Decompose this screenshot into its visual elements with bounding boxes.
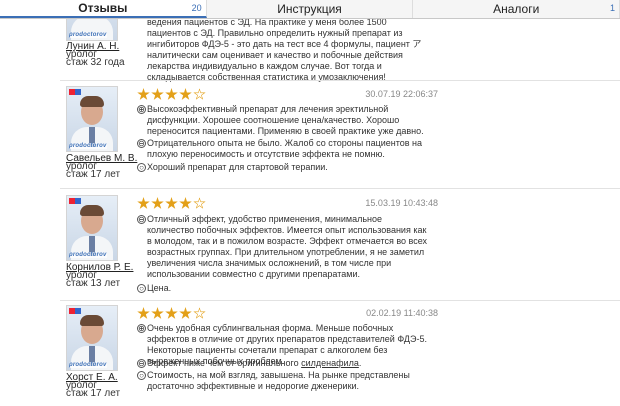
doctor-photo: prodoctorov	[66, 195, 118, 261]
prodoctorov-logo-icon: prodoctorov	[69, 362, 107, 368]
minus-text-start: Эффект ниже чем от оригинального	[147, 358, 302, 368]
star-full-icon	[179, 307, 192, 319]
tab-reviews[interactable]: Отзывы 20	[0, 0, 207, 18]
neutral-circle-icon: ○	[137, 284, 146, 293]
minus-circle-icon: ⊖	[137, 215, 146, 224]
tab-label: Аналоги	[493, 2, 540, 16]
rating-stars	[137, 88, 206, 101]
doctor-experience: стаж 17 лет	[66, 388, 121, 399]
review-card: prodoctorov Лунин А. Н. уролог стаж 32 г…	[0, 19, 620, 82]
tab-label: Отзывы	[78, 1, 128, 15]
star-full-icon	[151, 197, 164, 209]
divider	[60, 300, 620, 301]
doctor-experience: стаж 32 года	[66, 57, 125, 68]
rating-stars	[137, 197, 206, 210]
review-card: prodoctorov Савельев М. В. уролог стаж 1…	[0, 86, 620, 196]
review-card: prodoctorov Хорст Е. А. уролог стаж 17 л…	[0, 305, 620, 406]
review-date: 02.02.19 11:40:38	[366, 308, 438, 318]
divider	[60, 188, 620, 189]
doctor-experience: стаж 17 лет	[66, 169, 121, 180]
neutral-text: Цена.	[147, 283, 172, 293]
plus-text: Высокоэффективный препарат для лечения э…	[147, 104, 424, 136]
review-plus: ⊕ Высокоэффективный препарат для лечения…	[137, 104, 427, 137]
tab-analogs[interactable]: Аналоги 1	[413, 0, 620, 18]
review-neutral: ○ Цена.	[137, 283, 427, 294]
star-full-icon	[165, 88, 178, 100]
neutral-circle-icon: ○	[137, 163, 146, 172]
divider	[60, 80, 620, 81]
star-full-icon	[137, 197, 150, 209]
minus-text-end: .	[358, 358, 362, 368]
star-empty-icon	[193, 307, 206, 319]
sildenafil-link[interactable]: силденафила	[301, 358, 359, 368]
star-full-icon	[151, 88, 164, 100]
review-card: prodoctorov Корнилов Р. Е. уролог стаж 1…	[0, 195, 620, 301]
neutral-circle-icon: ○	[137, 371, 146, 380]
prodoctorov-logo-icon: prodoctorov	[69, 143, 107, 149]
tab-instruction[interactable]: Инструкция	[207, 0, 414, 18]
minus-text: Отрицательного опыта не было. Жалоб со с…	[147, 138, 423, 159]
tab-bar: Отзывы 20 Инструкция Аналоги 1	[0, 0, 620, 19]
review-text: ведения пациентов с ЭД. На практике у ме…	[147, 19, 422, 82]
reviews-list[interactable]: prodoctorov Лунин А. Н. уролог стаж 32 г…	[0, 19, 620, 406]
star-full-icon	[137, 88, 150, 100]
star-full-icon	[165, 307, 178, 319]
review-minus: ⊖ Отличный эффект, удобство применения, …	[137, 214, 427, 280]
minus-circle-icon: ⊖	[137, 139, 146, 148]
star-full-icon	[137, 307, 150, 319]
review-neutral: ○ Стоимость, на мой взгляд, завышена. На…	[137, 370, 427, 392]
star-full-icon	[165, 197, 178, 209]
neutral-text: Стоимость, на мой взгляд, завышена. На р…	[147, 370, 410, 391]
analogs-count-badge: 1	[610, 3, 616, 13]
prodoctorov-logo-icon: prodoctorov	[69, 32, 107, 38]
review-neutral: ○ Хороший препарат для стартовой терапии…	[137, 162, 427, 173]
prodoctorov-logo-icon: prodoctorov	[69, 252, 107, 258]
star-full-icon	[179, 197, 192, 209]
minus-text: Эффект ниже чем от оригинального силдена…	[137, 358, 427, 369]
reviews-count-badge: 20	[191, 3, 202, 13]
minus-circle-icon: ⊖	[137, 359, 146, 368]
star-full-icon	[151, 307, 164, 319]
plus-circle-icon: ⊕	[137, 324, 146, 333]
tab-label: Инструкция	[277, 2, 342, 16]
star-empty-icon	[193, 197, 206, 209]
doctor-photo: prodoctorov	[66, 19, 118, 41]
review-minus: ⊖ Отрицательного опыта не было. Жалоб со…	[137, 138, 427, 160]
star-full-icon	[179, 88, 192, 100]
doctor-photo: prodoctorov	[66, 86, 118, 152]
neutral-text: Хороший препарат для стартовой терапии.	[147, 162, 328, 172]
minus-text: Отличный эффект, удобство применения, ми…	[147, 214, 428, 279]
review-minus: ⊖ Эффект ниже чем от оригинального силде…	[137, 358, 427, 369]
review-date: 15.03.19 10:43:48	[365, 198, 438, 208]
doctor-photo: prodoctorov	[66, 305, 118, 371]
doctor-experience: стаж 13 лет	[66, 278, 121, 289]
review-date: 30.07.19 22:06:37	[365, 89, 438, 99]
plus-circle-icon: ⊕	[137, 105, 146, 114]
star-empty-icon	[193, 88, 206, 100]
rating-stars	[137, 307, 206, 320]
